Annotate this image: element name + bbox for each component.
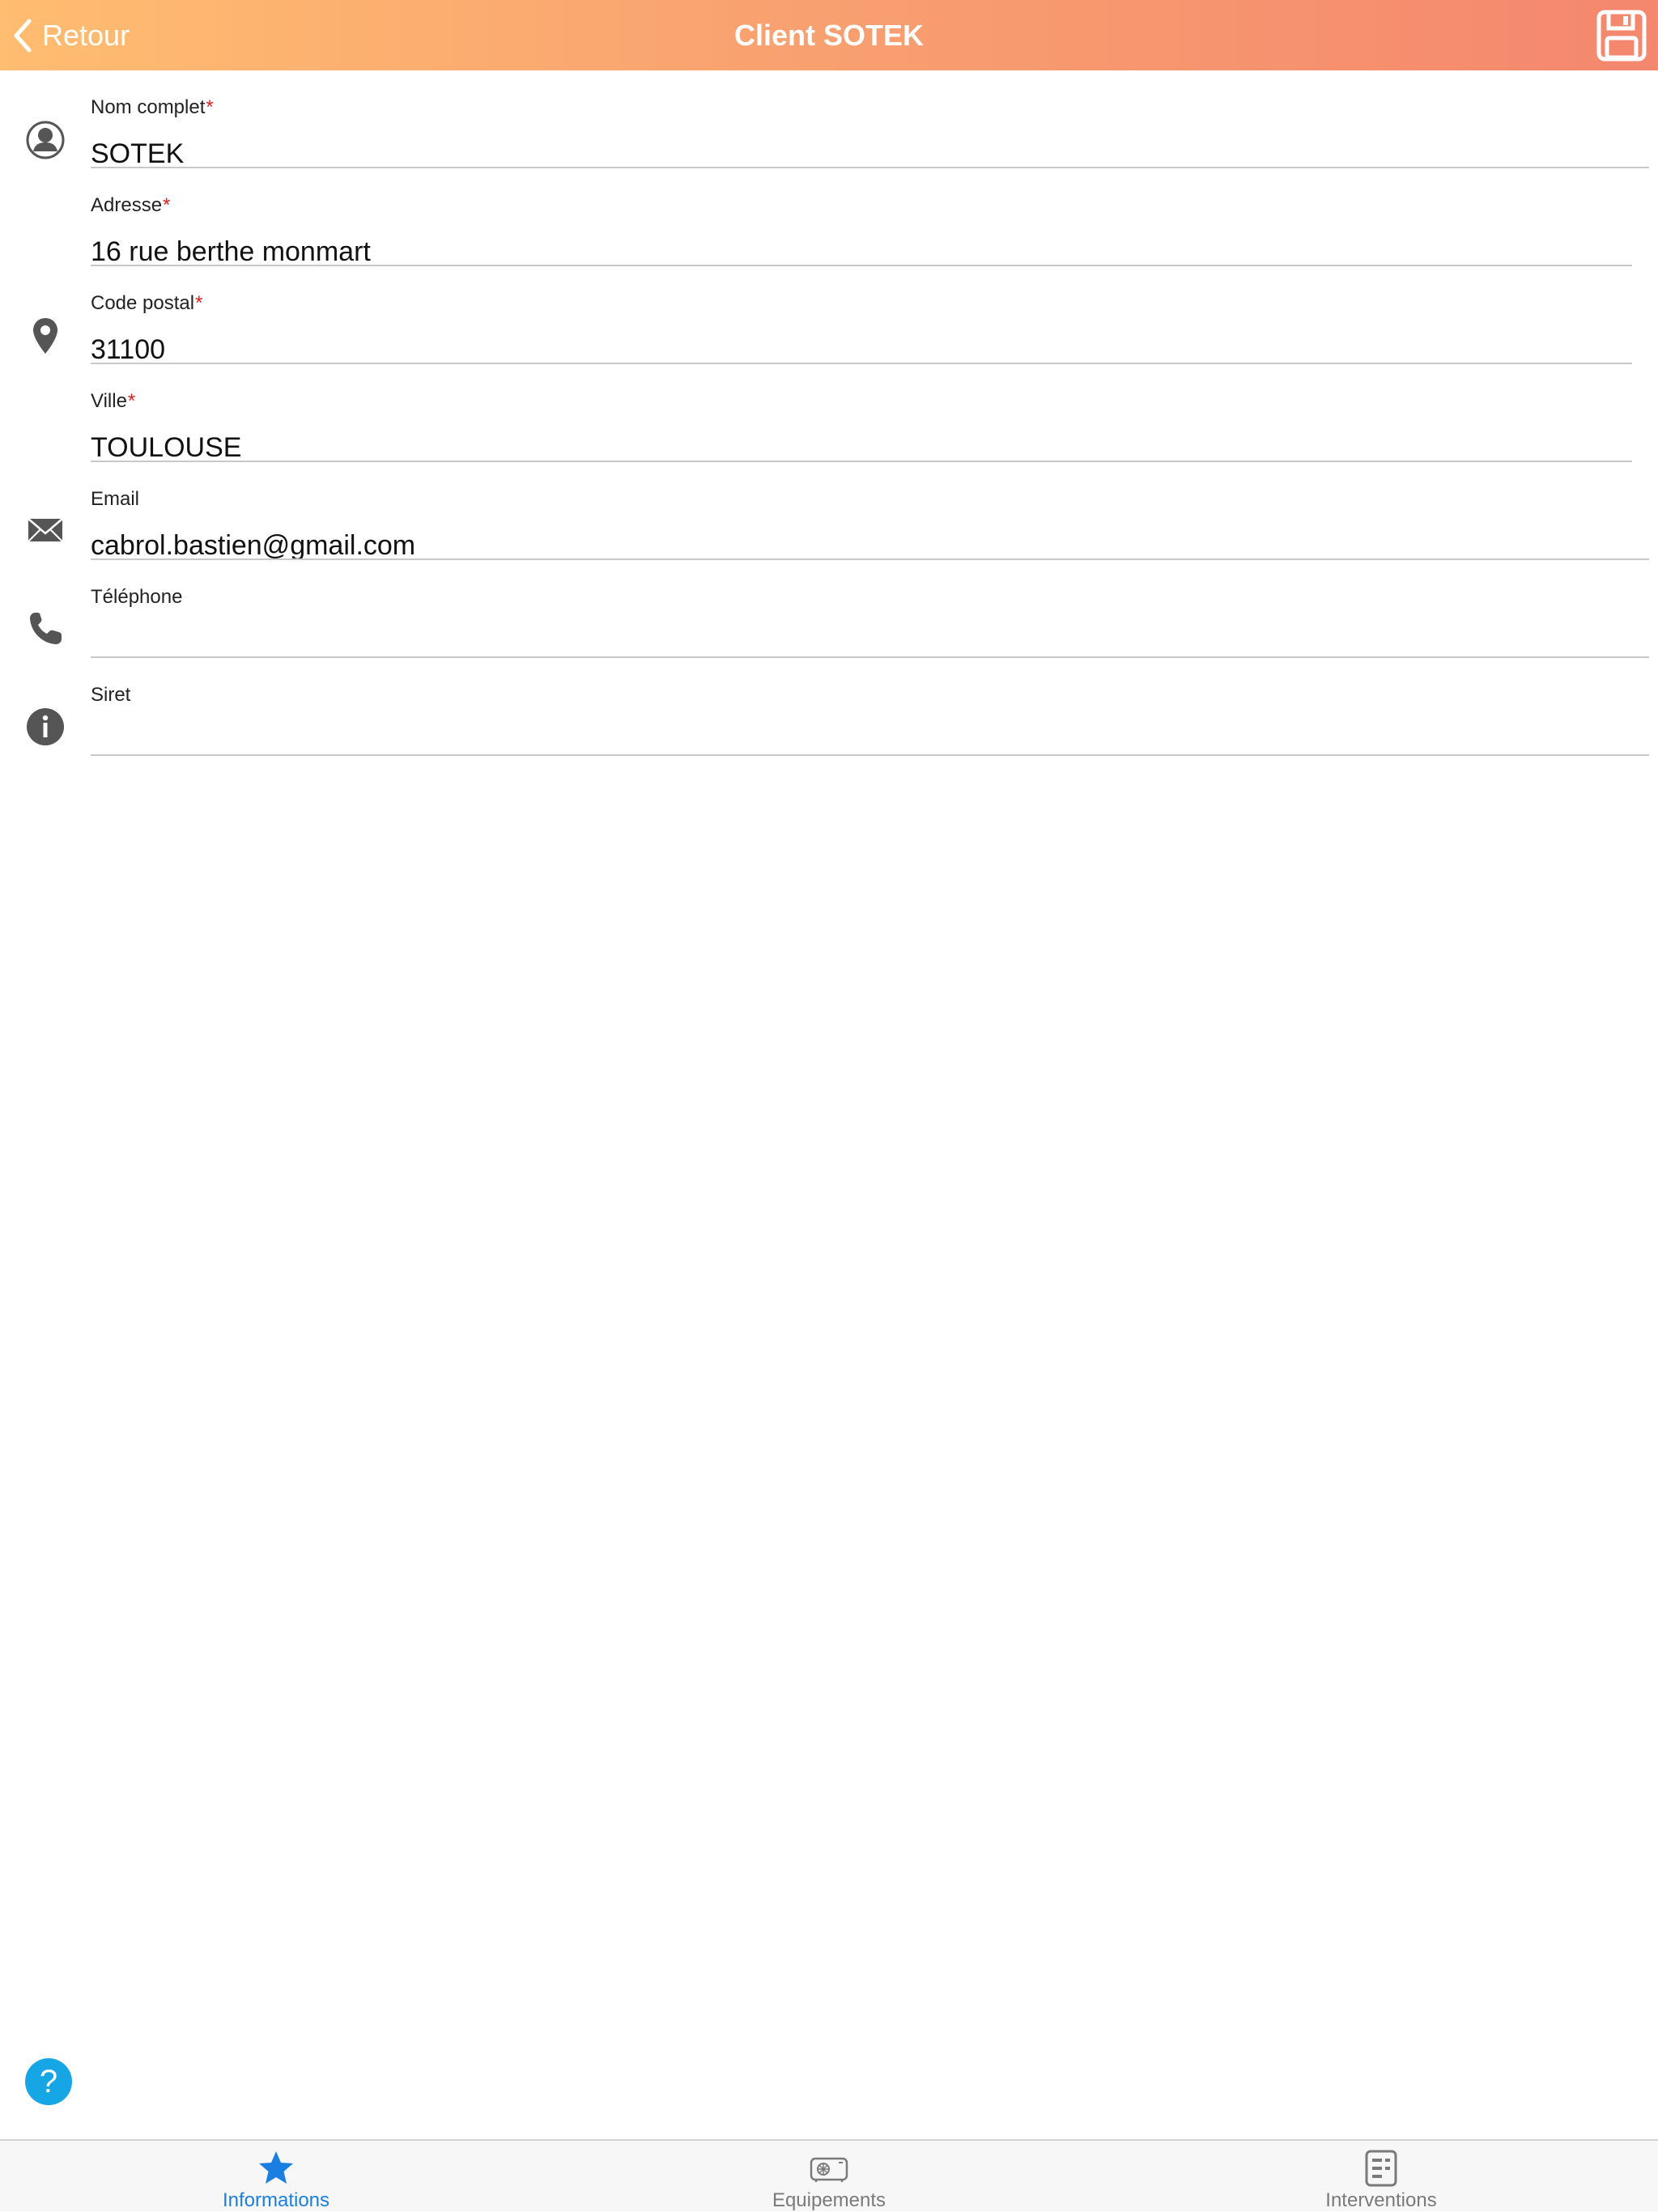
full-name-label: Nom complet <box>91 96 206 118</box>
required-mark: * <box>195 292 203 314</box>
address-input[interactable]: 16 rue berthe monmart <box>91 236 371 268</box>
phone-field[interactable]: Téléphone <box>91 560 1649 658</box>
address-field[interactable]: Adresse* 16 rue berthe monmart <box>91 168 1632 268</box>
postal-code-field[interactable]: Code postal* 31100 <box>91 266 1632 366</box>
address-label: Adresse <box>91 194 163 216</box>
tab-interventions-label: Interventions <box>1325 2189 1437 2211</box>
full-name-field[interactable]: Nom complet* SOTEK <box>91 70 1649 170</box>
envelope-icon <box>24 509 66 551</box>
equipment-icon <box>810 2149 848 2188</box>
phone-label: Téléphone <box>91 586 183 608</box>
field-underline <box>91 754 1649 756</box>
location-pin-icon <box>24 315 66 357</box>
save-icon <box>1596 10 1647 62</box>
phone-icon <box>24 608 66 650</box>
star-icon <box>257 2149 295 2188</box>
siret-field[interactable]: Siret <box>91 658 1649 756</box>
help-button[interactable]: ? <box>25 2058 72 2105</box>
postal-code-label: Code postal <box>91 292 195 314</box>
postal-code-input[interactable]: 31100 <box>91 334 165 366</box>
back-label: Retour <box>42 18 130 52</box>
tab-equipements-label: Equipements <box>772 2189 886 2211</box>
required-mark: * <box>206 96 214 118</box>
tab-informations-label: Informations <box>222 2189 330 2211</box>
city-label: Ville <box>91 390 127 412</box>
email-field[interactable]: Email cabrol.bastien@gmail.com <box>91 462 1649 562</box>
tab-equipements[interactable]: Equipements <box>708 2141 950 2211</box>
tab-informations[interactable]: Informations <box>155 2141 397 2211</box>
document-list-icon <box>1362 2149 1401 2188</box>
full-name-input[interactable]: SOTEK <box>91 138 184 170</box>
save-button[interactable] <box>1596 10 1647 62</box>
email-input[interactable]: cabrol.bastien@gmail.com <box>91 530 415 562</box>
required-mark: * <box>163 194 171 216</box>
top-bar: Retour Client SOTEK <box>0 0 1658 70</box>
city-field[interactable]: Ville* TOULOUSE <box>91 364 1632 464</box>
page-title: Client SOTEK <box>733 18 925 52</box>
tab-interventions[interactable]: Interventions <box>1260 2141 1503 2211</box>
siret-label: Siret <box>91 684 131 706</box>
required-mark: * <box>127 390 136 412</box>
chevron-left-icon <box>14 19 32 52</box>
back-button[interactable]: Retour <box>11 0 130 70</box>
person-icon <box>24 119 66 161</box>
email-label: Email <box>91 488 140 510</box>
tab-bar: Informations Equipements Interventions <box>0 2139 1658 2211</box>
info-icon <box>24 706 66 748</box>
city-input[interactable]: TOULOUSE <box>91 432 241 464</box>
help-icon: ? <box>39 2063 58 2099</box>
